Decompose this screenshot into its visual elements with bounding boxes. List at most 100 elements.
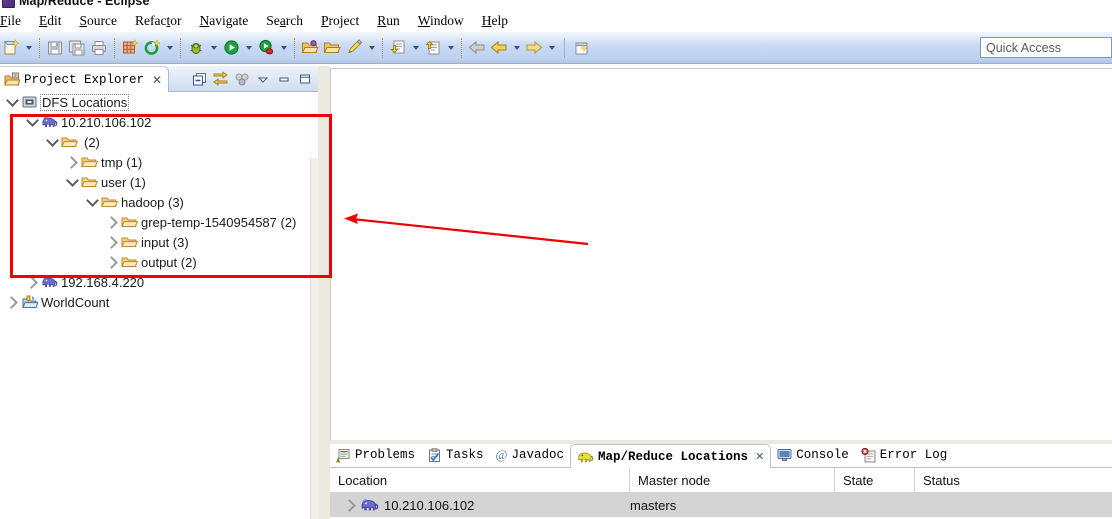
chevron-right-icon[interactable] [104,254,120,270]
chevron-right-icon[interactable] [104,214,120,230]
tree-item-user[interactable]: user (1) [0,172,310,192]
tree-item-tmp[interactable]: tmp (1) [0,152,310,172]
tab-error-log[interactable]: Error Log [855,443,954,467]
open-resource-icon[interactable] [321,36,343,60]
maximize-icon[interactable] [295,69,314,89]
tab-console[interactable]: Console [771,443,855,467]
tree-item-root-folder[interactable]: (2) [0,132,310,152]
marker-dropdown[interactable] [365,36,378,60]
javadoc-icon: @ [495,447,508,462]
new-wizard-icon[interactable] [0,36,22,60]
chevron-down-icon[interactable] [84,194,100,210]
quick-access-input[interactable]: Quick Access [980,37,1112,58]
column-header-state[interactable]: State [835,467,915,493]
tree-item-label: grep-temp-1540954587 (2) [141,214,297,230]
new-mapreduce-project-icon[interactable] [119,36,141,60]
run-icon[interactable] [220,36,242,60]
column-header-master-node[interactable]: Master node [630,467,835,493]
open-type-icon[interactable] [299,36,321,60]
back-icon[interactable] [466,36,488,60]
chevron-right-icon[interactable] [104,234,120,250]
debug-dropdown[interactable] [207,36,220,60]
menu-project[interactable]: Project [312,13,368,29]
tree-item-dfs-locations[interactable]: DFS Locations [0,92,310,112]
table-row[interactable]: 10.210.106.102 masters [330,493,1112,517]
chevron-right-icon[interactable] [342,497,358,513]
focus-on-active-task-icon[interactable] [232,69,251,89]
folder-icon [100,194,118,210]
tree-item-output[interactable]: output (2) [0,252,310,272]
save-all-icon[interactable] [66,36,88,60]
tree-item-host-10-210-106-102[interactable]: 10.210.106.102 [0,112,310,132]
previous-annotation-icon[interactable] [422,36,444,60]
menu-help[interactable]: Help [473,13,517,29]
tree-item-label: input (3) [141,234,189,250]
menu-refactor[interactable]: Refactor [126,13,191,29]
left-panel-sash[interactable] [318,66,330,519]
window-title: Map/Reduce - Eclipse [19,0,150,8]
run-coverage-dropdown[interactable] [277,36,290,60]
forward-icon[interactable] [488,36,510,60]
run-dropdown[interactable] [242,36,255,60]
next-annotation-icon[interactable] [387,36,409,60]
eclipse-icon [2,0,15,8]
tab-label: Console [796,448,849,462]
debug-icon[interactable] [185,36,207,60]
tab-label: Tasks [446,448,484,462]
chevron-right-icon[interactable] [64,154,80,170]
chevron-right-icon[interactable] [24,274,40,290]
menu-window[interactable]: Window [409,13,473,29]
next-icon[interactable] [523,36,545,60]
chevron-down-icon[interactable] [44,134,60,150]
tab-label: Javadoc [511,448,565,462]
tab-mapreduce-locations[interactable]: Map/Reduce Locations ✕ [570,444,772,468]
tree-item-label: output (2) [141,254,197,270]
tab-problems[interactable]: Problems [330,443,421,467]
refresh-icon[interactable] [141,36,163,60]
collapse-all-icon[interactable] [190,69,209,89]
refresh-dropdown[interactable] [163,36,176,60]
run-coverage-icon[interactable] [255,36,277,60]
menu-search[interactable]: Search [257,13,312,29]
forward-dropdown[interactable] [510,36,523,60]
close-icon[interactable]: ✕ [152,73,162,87]
tree-item-input[interactable]: input (3) [0,232,310,252]
hadoop-elephant-icon [40,274,58,290]
chevron-right-icon[interactable] [4,294,20,310]
menu-file[interactable]: File [0,13,30,29]
chevron-down-icon[interactable] [4,94,20,110]
menu-edit[interactable]: Edit [30,13,71,29]
view-menu-icon[interactable] [253,69,272,89]
toolbar-separator [382,37,383,58]
column-header-location[interactable]: Location [330,467,630,493]
print-icon[interactable] [88,36,110,60]
menu-run[interactable]: Run [368,13,409,29]
tree-item-worldcount[interactable]: WorldCount [0,292,310,312]
column-header-status[interactable]: Status [915,468,1112,493]
tab-javadoc[interactable]: @ Javadoc [490,443,571,467]
tab-tasks[interactable]: Tasks [421,443,490,467]
tab-project-explorer[interactable]: Project Explorer ✕ [0,66,170,92]
close-icon[interactable]: ✕ [755,450,764,463]
save-icon[interactable] [44,36,66,60]
tree-item-host-192-168-4-220[interactable]: 192.168.4.220 [0,272,310,292]
tree-item-label: DFS Locations [39,93,130,111]
tab-label: Map/Reduce Locations [598,449,749,464]
new-editor-icon[interactable] [571,36,593,60]
link-with-editor-icon[interactable] [211,69,230,89]
new-wizard-dropdown[interactable] [22,36,35,60]
menu-source[interactable]: Source [71,13,127,29]
tree-item-grep-temp[interactable]: grep-temp-1540954587 (2) [0,212,310,232]
next-annotation-dropdown[interactable] [409,36,422,60]
minimize-icon[interactable] [274,69,293,89]
chevron-down-icon[interactable] [24,114,40,130]
menu-navigate[interactable]: Navigate [191,13,258,29]
marker-icon[interactable] [343,36,365,60]
next-dropdown[interactable] [545,36,558,60]
chevron-down-icon[interactable] [64,174,80,190]
dfs-locations-icon [20,94,38,110]
tree-item-hadoop[interactable]: hadoop (3) [0,192,310,212]
locations-table-header: Location Master node State Status [330,467,1112,493]
project-explorer-scrollbar[interactable] [310,158,318,519]
previous-annotation-dropdown[interactable] [444,36,457,60]
